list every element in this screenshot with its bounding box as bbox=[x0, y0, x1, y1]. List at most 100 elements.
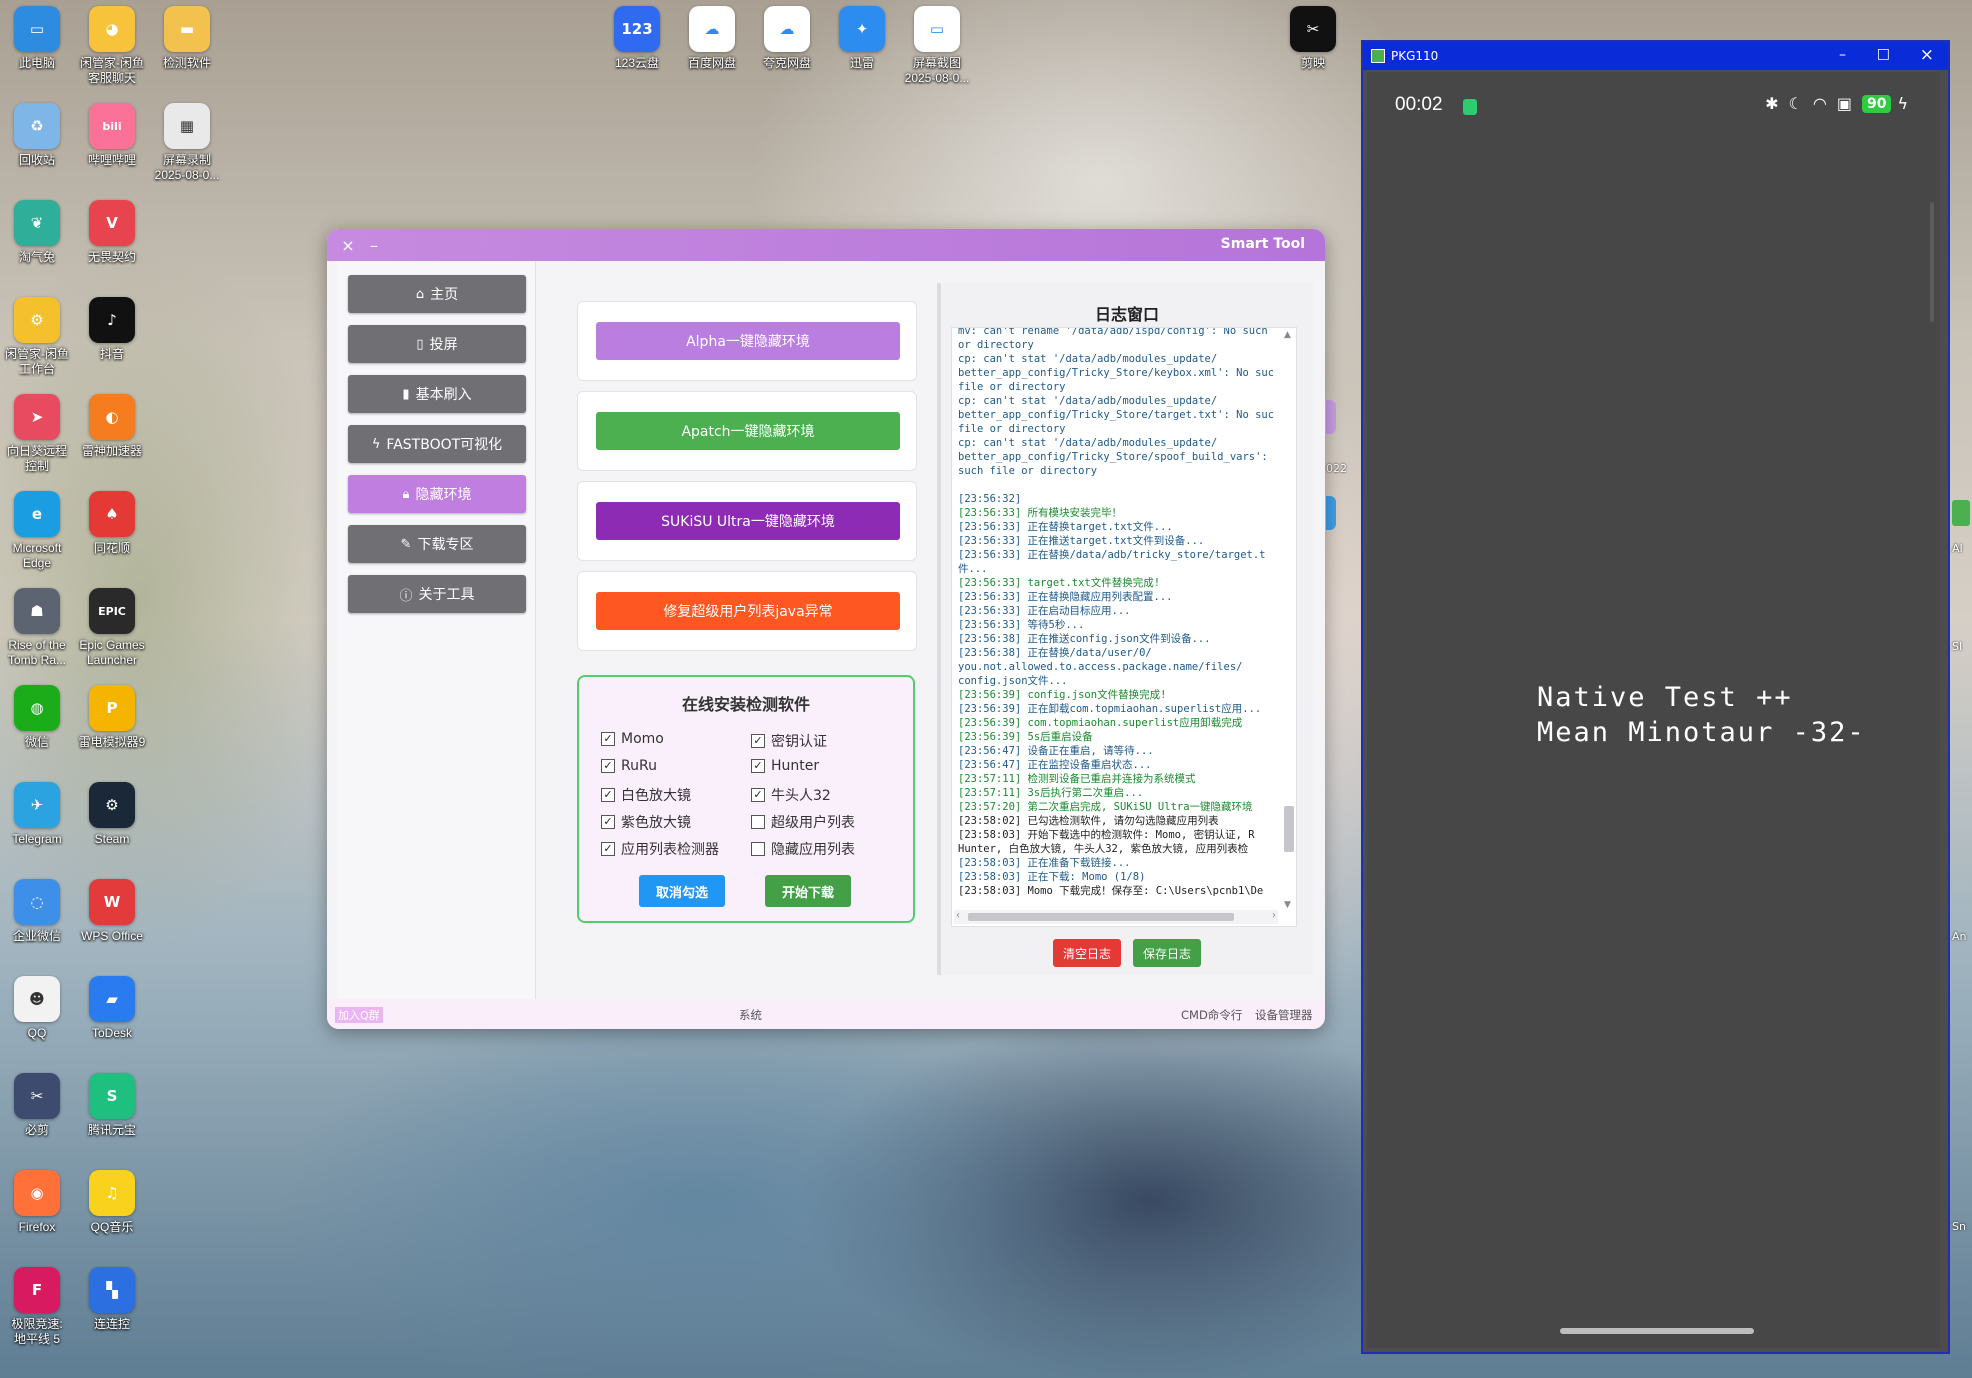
detect-checkbox[interactable]: ✓ 密钥认证 bbox=[751, 731, 827, 751]
alpha-hide-button[interactable]: Alpha一键隐藏环境 bbox=[596, 322, 900, 360]
desktop-icon[interactable]: ◍ 微信 bbox=[1, 685, 73, 750]
desktop-icon[interactable]: ✦ 迅雷 bbox=[823, 6, 901, 71]
system-label[interactable]: 系统 bbox=[739, 1007, 762, 1023]
detect-checkbox[interactable]: ✓ 紫色放大镜 bbox=[601, 812, 691, 832]
desktop-icon[interactable]: ▬ 检测软件 bbox=[151, 6, 223, 71]
desktop-icon[interactable]: S 腾讯元宝 bbox=[76, 1073, 148, 1138]
desktop-icon[interactable]: ♫ QQ音乐 bbox=[76, 1170, 148, 1235]
maximize-icon[interactable]: □ bbox=[1877, 46, 1890, 62]
sidebar-item[interactable]: ⌂ 主页 bbox=[348, 275, 526, 313]
desktop-icon[interactable]: ▭ 此电脑 bbox=[1, 6, 73, 71]
desktop-icon[interactable]: ☗ Rise of the Tomb Ra... bbox=[1, 588, 73, 668]
desktop-icon[interactable]: ▰ ToDesk bbox=[76, 976, 148, 1041]
sidebar-item[interactable]: ✎ 下载专区 bbox=[348, 525, 526, 563]
desktop-icon[interactable]: ◐ 雷神加速器 bbox=[76, 394, 148, 459]
desktop-icon[interactable]: ♠ 同花顺 bbox=[76, 491, 148, 556]
desktop-icon[interactable]: e Microsoft Edge bbox=[1, 491, 73, 571]
desktop-icon[interactable]: ✂ 剪映 bbox=[1274, 6, 1352, 71]
save-log-button[interactable]: 保存日志 bbox=[1133, 939, 1201, 967]
log-vertical-scrollbar[interactable]: ▲ ▼ bbox=[1282, 330, 1294, 910]
checkmark-icon[interactable]: ✓ bbox=[751, 734, 765, 748]
minimize-icon[interactable]: – bbox=[1839, 47, 1846, 63]
detect-checkbox[interactable]: 隐藏应用列表 bbox=[751, 839, 855, 859]
phone-window-titlebar[interactable]: PKG110 – □ × bbox=[1363, 42, 1948, 70]
checkmark-icon[interactable]: ✓ bbox=[751, 759, 765, 773]
desktop-icon[interactable]: ▚ 连连控 bbox=[76, 1267, 148, 1332]
desktop-icon[interactable]: ❦ 淘气兔 bbox=[1, 200, 73, 265]
detect-checkbox[interactable]: ✓ RuRu bbox=[601, 758, 657, 774]
partial-icon[interactable] bbox=[1952, 500, 1970, 526]
checkmark-icon[interactable]: ✓ bbox=[601, 759, 615, 773]
desktop-icon[interactable]: ⚙ 闲管家-闲鱼 工作台 bbox=[1, 297, 73, 377]
apatch-hide-button[interactable]: Apatch一键隐藏环境 bbox=[596, 412, 900, 450]
detect-checkbox[interactable]: 超级用户列表 bbox=[751, 812, 855, 832]
close-icon[interactable]: × bbox=[1920, 45, 1934, 65]
desktop-icon[interactable]: ♪ 抖音 bbox=[76, 297, 148, 362]
checkmark-icon[interactable]: ✓ bbox=[601, 788, 615, 802]
desktop-icon[interactable]: P 雷电模拟器9 bbox=[76, 685, 148, 750]
log-textbox[interactable]: mv: can't rename '/data/adb/ispd/config'… bbox=[951, 327, 1297, 927]
sidebar-item[interactable]: ϟ FASTBOOT可视化 bbox=[348, 425, 526, 463]
scroll-right-icon[interactable]: › bbox=[1272, 910, 1276, 921]
home-indicator[interactable] bbox=[1560, 1328, 1754, 1334]
desktop-icon[interactable]: ➤ 向日葵远程 控制 bbox=[1, 394, 73, 474]
log-horizontal-scrollbar[interactable]: ‹ › bbox=[954, 910, 1278, 924]
desktop-icon[interactable]: 123 123云盘 bbox=[598, 6, 676, 71]
desktop-icon[interactable]: ♻ 回收站 bbox=[1, 103, 73, 168]
desktop-icon[interactable]: V 无畏契约 bbox=[76, 200, 148, 265]
edge-icon: e bbox=[14, 491, 60, 537]
scroll-up-icon[interactable]: ▲ bbox=[1284, 330, 1291, 340]
desktop-icon[interactable]: ▦ 屏幕录制 2025-08-0... bbox=[151, 103, 223, 183]
scroll-left-icon[interactable]: ‹ bbox=[956, 910, 960, 921]
close-icon[interactable]: × bbox=[335, 236, 361, 255]
checkmark-icon[interactable]: ✓ bbox=[601, 732, 615, 746]
start-download-button[interactable]: 开始下载 bbox=[765, 875, 851, 907]
log-line: [23:56:33] 正在替换/data/adb/tricky_store/ta… bbox=[958, 549, 1266, 561]
desktop-icon[interactable]: ✂ 必剪 bbox=[1, 1073, 73, 1138]
desktop-icon[interactable]: EPIC Epic Games Launcher bbox=[76, 588, 148, 668]
checkmark-icon[interactable]: ✓ bbox=[601, 842, 615, 856]
sukisu-hide-button[interactable]: SUKiSU Ultra一键隐藏环境 bbox=[596, 502, 900, 540]
desktop-icon[interactable]: F 极限竞速: 地平线 5 bbox=[1, 1267, 73, 1347]
cmd-link[interactable]: CMD命令行 bbox=[1181, 1007, 1242, 1023]
detect-checkbox[interactable]: ✓ Hunter bbox=[751, 758, 819, 774]
desktop-icon[interactable]: W WPS Office bbox=[76, 879, 148, 944]
desktop-icon[interactable]: ✈ Telegram bbox=[1, 782, 73, 847]
detect-checkbox[interactable]: ✓ 牛头人32 bbox=[751, 785, 831, 805]
join-qq-group-link[interactable]: 加入Q群 bbox=[335, 1007, 383, 1023]
desktop-icon[interactable]: ☁ 百度网盘 bbox=[673, 6, 751, 71]
detect-checkbox[interactable]: ✓ 白色放大镜 bbox=[601, 785, 691, 805]
clear-log-button[interactable]: 清空日志 bbox=[1053, 939, 1121, 967]
sidebar-item[interactable]: ▮ 基本刷入 bbox=[348, 375, 526, 413]
sidebar-item[interactable]: ▯ 投屏 bbox=[348, 325, 526, 363]
minimize-icon[interactable]: – bbox=[361, 236, 387, 255]
desktop-icon[interactable]: ◌ 企业微信 bbox=[1, 879, 73, 944]
cancel-selection-button[interactable]: 取消勾选 bbox=[639, 875, 725, 907]
scroll-thumb[interactable] bbox=[968, 913, 1234, 921]
desktop-icon[interactable]: ▭ 屏幕截图 2025-08-0... bbox=[898, 6, 976, 86]
checkmark-icon[interactable]: ✓ bbox=[601, 815, 615, 829]
smart-tool-titlebar[interactable]: × – Smart Tool bbox=[327, 229, 1325, 261]
scroll-down-icon[interactable]: ▼ bbox=[1284, 900, 1291, 910]
desktop-icon[interactable]: ◕ 闲管家-闲鱼 客服聊天 bbox=[76, 6, 148, 86]
empty-checkbox-icon[interactable] bbox=[751, 815, 765, 829]
detect-checkbox[interactable]: ✓ Momo bbox=[601, 731, 664, 747]
desktop-icon[interactable]: ◉ Firefox bbox=[1, 1170, 73, 1235]
desktop-icon[interactable]: ☁ 夸克网盘 bbox=[748, 6, 826, 71]
phone-screen[interactable]: 00:02 ✱ ☾ ◠ ▣ 90 ϟ Native Test ++ Mean M… bbox=[1367, 72, 1940, 1348]
desktop-icon[interactable]: bili 哔哩哔哩 bbox=[76, 103, 148, 168]
desktop-icon[interactable]: ⚙ Steam bbox=[76, 782, 148, 847]
checkmark-icon[interactable]: ✓ bbox=[751, 788, 765, 802]
sidebar-item[interactable]: 🔒︎ 隐藏环境 bbox=[348, 475, 526, 513]
scroll-thumb[interactable] bbox=[1284, 806, 1294, 852]
empty-checkbox-icon[interactable] bbox=[751, 842, 765, 856]
detect-checkbox[interactable]: ✓ 应用列表检测器 bbox=[601, 839, 719, 859]
desktop-icon-label: Rise of the Tomb Ra... bbox=[7, 638, 67, 667]
fix-superuser-button[interactable]: 修复超级用户列表java异常 bbox=[596, 592, 900, 630]
desktop-icon[interactable]: ☻ QQ bbox=[1, 976, 73, 1041]
sidebar-item[interactable]: ⓘ 关于工具 bbox=[348, 575, 526, 613]
douyin-icon: ♪ bbox=[89, 297, 135, 343]
desktop-icon-label: 百度网盘 bbox=[687, 56, 736, 70]
device-manager-link[interactable]: 设备管理器 bbox=[1255, 1007, 1313, 1023]
